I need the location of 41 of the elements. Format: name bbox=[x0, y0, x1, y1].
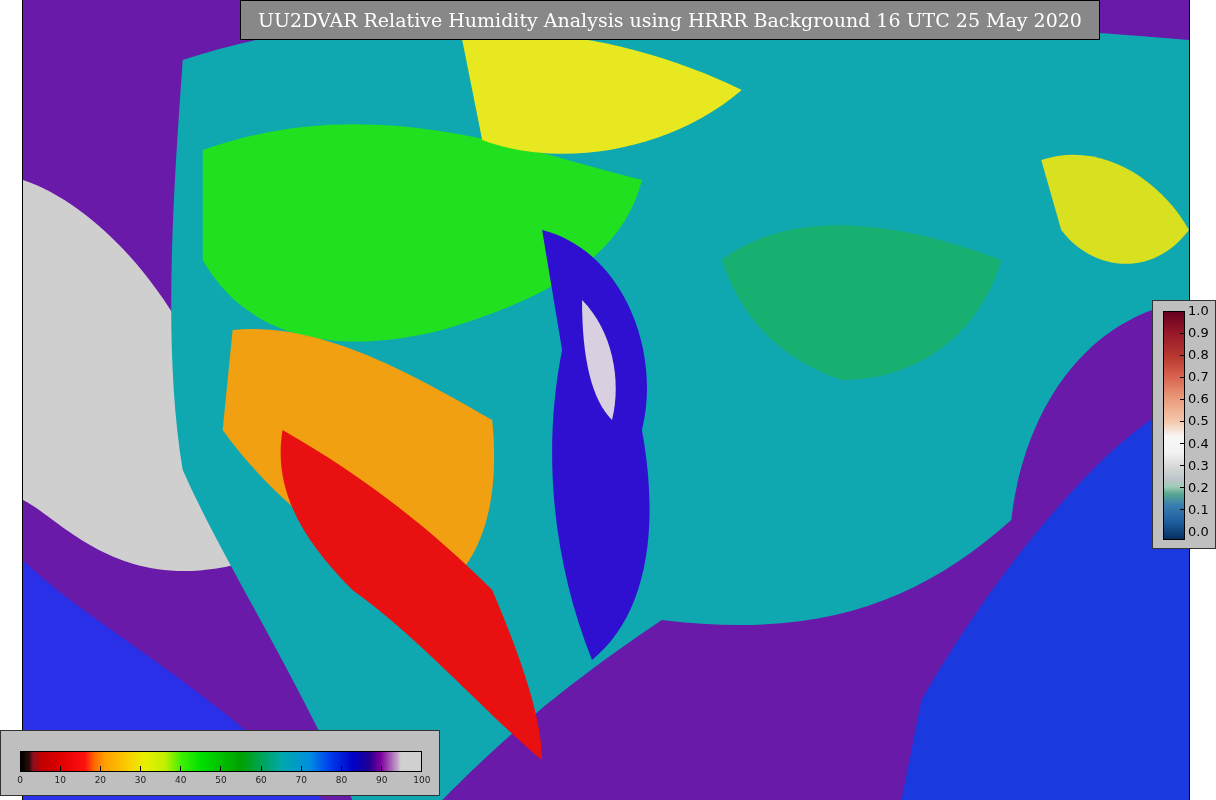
tick-label: 50 bbox=[215, 775, 227, 785]
tick-mark bbox=[180, 766, 182, 772]
tick-mark bbox=[260, 766, 262, 772]
tick-mark bbox=[1180, 487, 1185, 489]
tick-mark bbox=[220, 766, 222, 772]
tick-label: 0.0 bbox=[1188, 523, 1209, 540]
tick-mark bbox=[300, 766, 302, 772]
tick-label: 60 bbox=[255, 775, 267, 785]
tick-mark bbox=[1180, 376, 1185, 378]
tick-mark bbox=[1180, 332, 1185, 334]
tick-label: 1.0 bbox=[1188, 303, 1209, 319]
tick-label: 0.3 bbox=[1188, 457, 1209, 474]
tick-label: 30 bbox=[134, 775, 147, 785]
tick-mark bbox=[1180, 420, 1185, 422]
tick-label: 80 bbox=[335, 775, 348, 785]
tick-label: 0 bbox=[17, 775, 23, 785]
tick-label: 100 bbox=[413, 775, 431, 785]
tick-mark bbox=[59, 766, 61, 772]
map-title: UU2DVAR Relative Humidity Analysis using HRRR Background 16 UTC 25 May 2020 bbox=[240, 0, 1100, 40]
tick-label: 0.5 bbox=[1188, 413, 1209, 430]
tick-mark bbox=[381, 766, 383, 772]
tick-label: 0.8 bbox=[1188, 347, 1209, 364]
tick-mark bbox=[1180, 398, 1185, 400]
tick-mark bbox=[1180, 443, 1185, 445]
tick-label: 0.7 bbox=[1188, 369, 1209, 386]
tick-label: 40 bbox=[175, 775, 187, 785]
tick-label: 0.1 bbox=[1188, 501, 1209, 518]
tick-mark bbox=[1180, 354, 1185, 356]
tick-mark bbox=[99, 766, 101, 772]
tick-label: 0.6 bbox=[1188, 391, 1209, 408]
tick-mark bbox=[1180, 465, 1185, 467]
tick-label: 0.2 bbox=[1188, 479, 1209, 496]
tick-mark bbox=[140, 766, 142, 772]
tick-mark bbox=[341, 766, 342, 772]
tick-label: 0.9 bbox=[1188, 325, 1209, 342]
tick-label: 90 bbox=[375, 775, 388, 785]
tick-label: 0.4 bbox=[1188, 435, 1209, 452]
tick-label: 70 bbox=[295, 775, 308, 785]
tick-mark bbox=[1180, 509, 1185, 511]
tick-label: 10 bbox=[54, 775, 66, 785]
tick-label: 20 bbox=[94, 775, 107, 785]
